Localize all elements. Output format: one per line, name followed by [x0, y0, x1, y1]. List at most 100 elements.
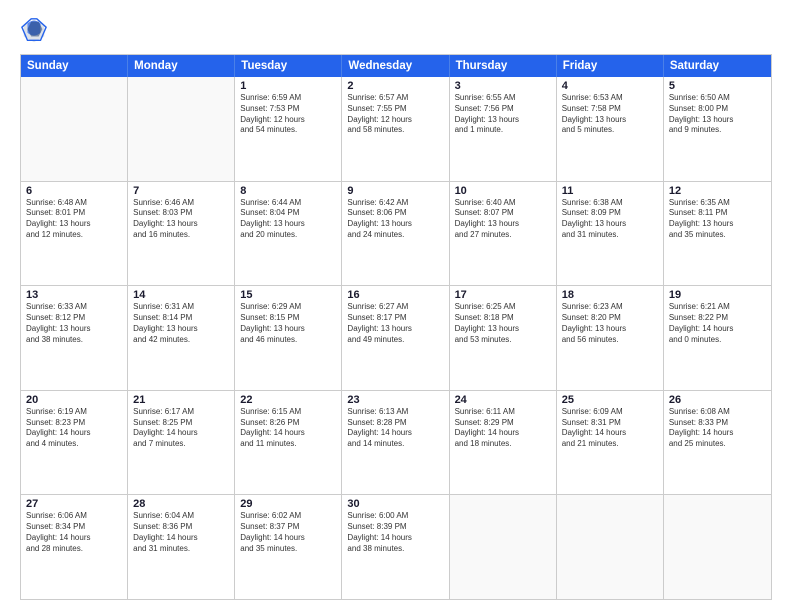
- day-number: 14: [133, 289, 229, 301]
- calendar-cell: [21, 77, 128, 181]
- calendar-cell: 26Sunrise: 6:08 AM Sunset: 8:33 PM Dayli…: [664, 391, 771, 495]
- day-number: 7: [133, 185, 229, 197]
- day-number: 28: [133, 498, 229, 510]
- calendar-row: 1Sunrise: 6:59 AM Sunset: 7:53 PM Daylig…: [21, 77, 771, 181]
- calendar-cell: 30Sunrise: 6:00 AM Sunset: 8:39 PM Dayli…: [342, 495, 449, 599]
- cell-info: Sunrise: 6:13 AM Sunset: 8:28 PM Dayligh…: [347, 407, 443, 450]
- day-number: 10: [455, 185, 551, 197]
- day-number: 19: [669, 289, 766, 301]
- cell-info: Sunrise: 6:44 AM Sunset: 8:04 PM Dayligh…: [240, 198, 336, 241]
- calendar-cell: 9Sunrise: 6:42 AM Sunset: 8:06 PM Daylig…: [342, 182, 449, 286]
- calendar-row: 20Sunrise: 6:19 AM Sunset: 8:23 PM Dayli…: [21, 390, 771, 495]
- logo-icon: [20, 16, 48, 44]
- calendar-cell: 25Sunrise: 6:09 AM Sunset: 8:31 PM Dayli…: [557, 391, 664, 495]
- day-number: 17: [455, 289, 551, 301]
- day-number: 4: [562, 80, 658, 92]
- calendar-cell: 2Sunrise: 6:57 AM Sunset: 7:55 PM Daylig…: [342, 77, 449, 181]
- weekday-header: Thursday: [450, 55, 557, 77]
- calendar-cell: 7Sunrise: 6:46 AM Sunset: 8:03 PM Daylig…: [128, 182, 235, 286]
- cell-info: Sunrise: 6:53 AM Sunset: 7:58 PM Dayligh…: [562, 93, 658, 136]
- day-number: 24: [455, 394, 551, 406]
- cell-info: Sunrise: 6:31 AM Sunset: 8:14 PM Dayligh…: [133, 302, 229, 345]
- day-number: 11: [562, 185, 658, 197]
- cell-info: Sunrise: 6:27 AM Sunset: 8:17 PM Dayligh…: [347, 302, 443, 345]
- day-number: 5: [669, 80, 766, 92]
- cell-info: Sunrise: 6:08 AM Sunset: 8:33 PM Dayligh…: [669, 407, 766, 450]
- day-number: 9: [347, 185, 443, 197]
- calendar-cell: 13Sunrise: 6:33 AM Sunset: 8:12 PM Dayli…: [21, 286, 128, 390]
- cell-info: Sunrise: 6:46 AM Sunset: 8:03 PM Dayligh…: [133, 198, 229, 241]
- weekday-header: Tuesday: [235, 55, 342, 77]
- day-number: 18: [562, 289, 658, 301]
- weekday-header: Friday: [557, 55, 664, 77]
- calendar-row: 6Sunrise: 6:48 AM Sunset: 8:01 PM Daylig…: [21, 181, 771, 286]
- calendar-cell: 27Sunrise: 6:06 AM Sunset: 8:34 PM Dayli…: [21, 495, 128, 599]
- calendar-cell: [557, 495, 664, 599]
- day-number: 27: [26, 498, 122, 510]
- day-number: 23: [347, 394, 443, 406]
- weekday-header: Sunday: [21, 55, 128, 77]
- calendar-cell: 10Sunrise: 6:40 AM Sunset: 8:07 PM Dayli…: [450, 182, 557, 286]
- cell-info: Sunrise: 6:23 AM Sunset: 8:20 PM Dayligh…: [562, 302, 658, 345]
- day-number: 8: [240, 185, 336, 197]
- day-number: 22: [240, 394, 336, 406]
- cell-info: Sunrise: 6:11 AM Sunset: 8:29 PM Dayligh…: [455, 407, 551, 450]
- calendar-cell: 5Sunrise: 6:50 AM Sunset: 8:00 PM Daylig…: [664, 77, 771, 181]
- day-number: 20: [26, 394, 122, 406]
- cell-info: Sunrise: 6:29 AM Sunset: 8:15 PM Dayligh…: [240, 302, 336, 345]
- cell-info: Sunrise: 6:00 AM Sunset: 8:39 PM Dayligh…: [347, 511, 443, 554]
- cell-info: Sunrise: 6:35 AM Sunset: 8:11 PM Dayligh…: [669, 198, 766, 241]
- calendar-cell: 21Sunrise: 6:17 AM Sunset: 8:25 PM Dayli…: [128, 391, 235, 495]
- calendar-cell: 29Sunrise: 6:02 AM Sunset: 8:37 PM Dayli…: [235, 495, 342, 599]
- cell-info: Sunrise: 6:06 AM Sunset: 8:34 PM Dayligh…: [26, 511, 122, 554]
- calendar-cell: 19Sunrise: 6:21 AM Sunset: 8:22 PM Dayli…: [664, 286, 771, 390]
- day-number: 30: [347, 498, 443, 510]
- calendar-cell: 24Sunrise: 6:11 AM Sunset: 8:29 PM Dayli…: [450, 391, 557, 495]
- day-number: 26: [669, 394, 766, 406]
- day-number: 13: [26, 289, 122, 301]
- day-number: 6: [26, 185, 122, 197]
- calendar-cell: [664, 495, 771, 599]
- calendar-cell: 17Sunrise: 6:25 AM Sunset: 8:18 PM Dayli…: [450, 286, 557, 390]
- calendar-cell: [450, 495, 557, 599]
- calendar-cell: 28Sunrise: 6:04 AM Sunset: 8:36 PM Dayli…: [128, 495, 235, 599]
- cell-info: Sunrise: 6:09 AM Sunset: 8:31 PM Dayligh…: [562, 407, 658, 450]
- cell-info: Sunrise: 6:33 AM Sunset: 8:12 PM Dayligh…: [26, 302, 122, 345]
- cell-info: Sunrise: 6:50 AM Sunset: 8:00 PM Dayligh…: [669, 93, 766, 136]
- calendar-cell: 1Sunrise: 6:59 AM Sunset: 7:53 PM Daylig…: [235, 77, 342, 181]
- cell-info: Sunrise: 6:02 AM Sunset: 8:37 PM Dayligh…: [240, 511, 336, 554]
- calendar-cell: 4Sunrise: 6:53 AM Sunset: 7:58 PM Daylig…: [557, 77, 664, 181]
- day-number: 29: [240, 498, 336, 510]
- cell-info: Sunrise: 6:42 AM Sunset: 8:06 PM Dayligh…: [347, 198, 443, 241]
- calendar-cell: 3Sunrise: 6:55 AM Sunset: 7:56 PM Daylig…: [450, 77, 557, 181]
- cell-info: Sunrise: 6:21 AM Sunset: 8:22 PM Dayligh…: [669, 302, 766, 345]
- calendar-cell: 6Sunrise: 6:48 AM Sunset: 8:01 PM Daylig…: [21, 182, 128, 286]
- day-number: 2: [347, 80, 443, 92]
- cell-info: Sunrise: 6:15 AM Sunset: 8:26 PM Dayligh…: [240, 407, 336, 450]
- calendar-cell: 8Sunrise: 6:44 AM Sunset: 8:04 PM Daylig…: [235, 182, 342, 286]
- calendar-header: SundayMondayTuesdayWednesdayThursdayFrid…: [21, 55, 771, 77]
- header: [20, 16, 772, 44]
- calendar-cell: 15Sunrise: 6:29 AM Sunset: 8:15 PM Dayli…: [235, 286, 342, 390]
- weekday-header: Monday: [128, 55, 235, 77]
- calendar-row: 27Sunrise: 6:06 AM Sunset: 8:34 PM Dayli…: [21, 494, 771, 599]
- logo: [20, 16, 52, 44]
- page: SundayMondayTuesdayWednesdayThursdayFrid…: [0, 0, 792, 612]
- calendar-cell: 14Sunrise: 6:31 AM Sunset: 8:14 PM Dayli…: [128, 286, 235, 390]
- calendar-cell: 22Sunrise: 6:15 AM Sunset: 8:26 PM Dayli…: [235, 391, 342, 495]
- cell-info: Sunrise: 6:57 AM Sunset: 7:55 PM Dayligh…: [347, 93, 443, 136]
- day-number: 1: [240, 80, 336, 92]
- day-number: 12: [669, 185, 766, 197]
- cell-info: Sunrise: 6:48 AM Sunset: 8:01 PM Dayligh…: [26, 198, 122, 241]
- calendar-body: 1Sunrise: 6:59 AM Sunset: 7:53 PM Daylig…: [21, 77, 771, 599]
- cell-info: Sunrise: 6:04 AM Sunset: 8:36 PM Dayligh…: [133, 511, 229, 554]
- day-number: 3: [455, 80, 551, 92]
- cell-info: Sunrise: 6:17 AM Sunset: 8:25 PM Dayligh…: [133, 407, 229, 450]
- weekday-header: Saturday: [664, 55, 771, 77]
- cell-info: Sunrise: 6:59 AM Sunset: 7:53 PM Dayligh…: [240, 93, 336, 136]
- calendar-cell: [128, 77, 235, 181]
- day-number: 25: [562, 394, 658, 406]
- calendar-cell: 16Sunrise: 6:27 AM Sunset: 8:17 PM Dayli…: [342, 286, 449, 390]
- calendar: SundayMondayTuesdayWednesdayThursdayFrid…: [20, 54, 772, 600]
- calendar-cell: 11Sunrise: 6:38 AM Sunset: 8:09 PM Dayli…: [557, 182, 664, 286]
